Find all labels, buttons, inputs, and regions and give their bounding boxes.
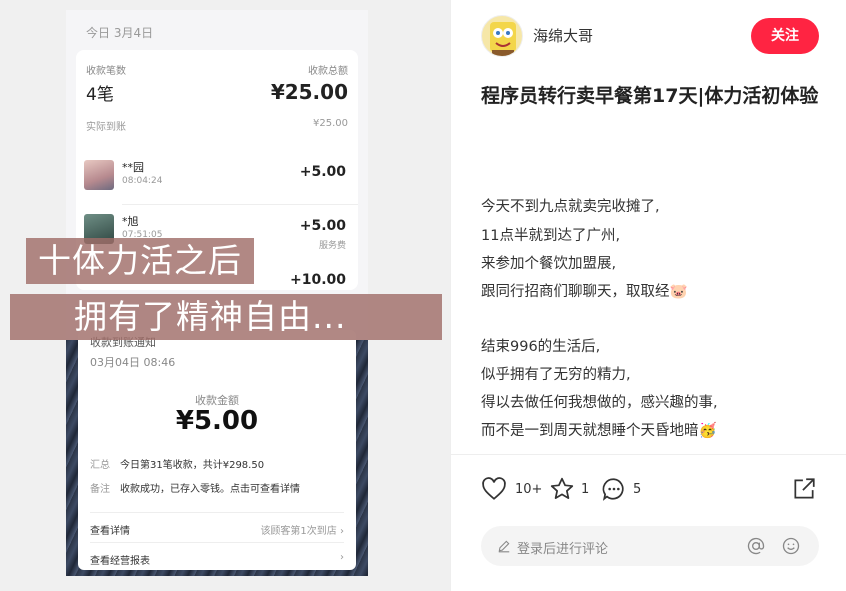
summary-value: 今日第31笔收款，共计¥298.50	[120, 460, 265, 471]
remark-line: 备注 收款成功，已存入零钱。点击可查看详情	[90, 480, 300, 495]
payment-amount: +10.00	[289, 272, 346, 288]
payment-screenshot: 今日 3月4日 收款笔数 4笔 收款总额 ¥25.00 实际到账 ¥25.00 …	[66, 10, 368, 576]
report-label: 查看经营报表	[90, 556, 150, 567]
comment-count: 5	[633, 482, 642, 497]
payment-notice-card: 收款到账通知 03月04日 08:46 收款金额 ¥5.00 汇总 今日第31笔收…	[78, 330, 356, 570]
total-value: ¥25.00	[270, 80, 348, 104]
star-icon	[550, 477, 574, 499]
report-link: 查看经营报表 ›	[90, 552, 344, 567]
received-label: 实际到账	[86, 122, 126, 133]
transaction-row: **园 08:04:24 +5.00	[76, 154, 358, 202]
body-line: 跟同行招商们聊聊天，取取经🐷	[481, 284, 688, 300]
remark-value: 收款成功，已存入零钱。点击可查看详情	[120, 484, 300, 495]
body-line: 似乎拥有了无穷的精力,	[481, 367, 631, 383]
post-detail: 今日 3月4日 收款笔数 4笔 收款总额 ¥25.00 实际到账 ¥25.00 …	[0, 0, 846, 591]
collect-count: 1	[581, 482, 590, 497]
payer-name: *旭	[122, 215, 139, 228]
payer-avatar	[84, 160, 114, 190]
collect-button[interactable]: 1	[549, 476, 599, 504]
body-line: 得以去做任何我想做的，感兴趣的事,	[481, 395, 718, 411]
chevron-right-icon: ›	[340, 552, 344, 563]
sponge-avatar-icon	[490, 22, 516, 56]
summary-key: 汇总	[90, 460, 110, 471]
payment-amount: +5.00	[299, 164, 346, 180]
emoji-icon[interactable]	[781, 536, 801, 556]
notice-amount: ¥5.00	[175, 406, 259, 436]
divider	[451, 454, 846, 455]
comment-input[interactable]: 登录后进行评论	[481, 526, 819, 566]
remark-key: 备注	[90, 484, 110, 495]
count-value: 4笔	[86, 85, 114, 105]
body-line: 而不是一到周天就想睡个天昏地暗🥳	[481, 423, 717, 439]
caption-line-1: 十体力活之后	[26, 238, 254, 284]
summary-line: 汇总 今日第31笔收款，共计¥298.50	[90, 456, 264, 471]
date-header: 今日 3月4日	[86, 26, 154, 40]
body-line: 来参加个餐饮加盟展,	[481, 256, 617, 272]
divider	[90, 542, 344, 543]
like-button[interactable]: 10+	[481, 476, 543, 504]
payment-note: 服务费	[318, 241, 346, 251]
comment-placeholder: 登录后进行评论	[517, 542, 609, 557]
count-label: 收款笔数	[86, 66, 126, 77]
divider	[90, 512, 344, 513]
comment-icon	[602, 478, 624, 501]
notice-time: 03月04日 08:46	[90, 356, 176, 369]
body-line: 11点半就到达了广州,	[481, 228, 621, 244]
like-count: 10+	[515, 482, 543, 497]
pencil-icon	[498, 540, 510, 553]
total-label: 收款总额	[308, 66, 348, 77]
heart-icon	[482, 477, 506, 500]
payment-amount: +5.00	[299, 218, 346, 234]
post-panel: 海绵大哥 关注 程序员转行卖早餐第17天|体力活初体验 今天不到九点就卖完收摊了…	[450, 0, 846, 591]
body-line: 结束996的生活后,	[481, 339, 601, 355]
payer-name: **园	[122, 161, 144, 174]
post-image[interactable]: 今日 3月4日 收款笔数 4笔 收款总额 ¥25.00 实际到账 ¥25.00 …	[0, 0, 450, 591]
view-details-link: 查看详情 该顾客第1次到店 ›	[90, 522, 344, 537]
caption-line-2: 拥有了精神自由...	[10, 294, 442, 340]
share-icon	[794, 478, 815, 499]
visit-count: 该顾客第1次到店 ›	[260, 526, 344, 537]
at-mention-icon[interactable]	[746, 536, 766, 556]
payment-time: 08:04:24	[122, 176, 163, 186]
received-value: ¥25.00	[313, 118, 348, 129]
author-name[interactable]: 海绵大哥	[533, 25, 593, 46]
post-title: 程序员转行卖早餐第17天|体力活初体验	[481, 85, 819, 107]
body-line: 今天不到九点就卖完收摊了,	[481, 199, 660, 215]
avatar[interactable]	[481, 15, 523, 57]
share-button[interactable]	[791, 476, 819, 504]
view-details-label: 查看详情	[90, 526, 130, 537]
divider	[122, 204, 358, 205]
comment-button[interactable]: 5	[601, 476, 651, 504]
follow-button[interactable]: 关注	[751, 18, 819, 54]
